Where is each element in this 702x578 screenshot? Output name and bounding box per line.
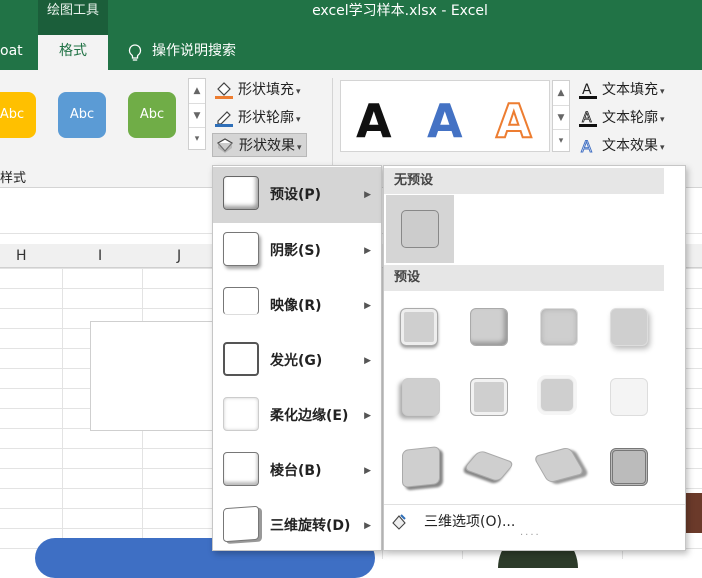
dropdown-arrow-icon: ▾ xyxy=(297,143,302,153)
scroll-up-icon[interactable]: ▲ xyxy=(553,81,569,105)
preset-thumbnail-icon xyxy=(223,176,259,210)
preset-option-4[interactable] xyxy=(610,308,648,346)
submenu-arrow-icon: ▶ xyxy=(364,521,371,531)
svg-text:A: A xyxy=(581,137,592,155)
svg-text:A: A xyxy=(582,82,592,98)
paint-bucket-icon xyxy=(214,81,234,99)
3d-options-icon xyxy=(390,513,408,531)
soft-edges-thumbnail-icon xyxy=(223,397,259,431)
column-header-h[interactable]: H xyxy=(16,244,27,268)
preset-header: 预设 xyxy=(384,265,664,291)
wordart-style-blue[interactable]: A xyxy=(427,98,463,144)
menu-item-bevel[interactable]: 棱台(B) ▶ xyxy=(213,443,381,499)
preset-option-3[interactable] xyxy=(540,308,578,346)
shape-effects-button[interactable]: 形状效果 ▾ xyxy=(212,133,307,157)
menu-item-3d-rotation[interactable]: 三维旋转(D) ▶ xyxy=(213,498,381,554)
title-bar: 绘图工具 excel学习样本.xlsx - Excel xyxy=(0,0,702,35)
window-title: excel学习样本.xlsx - Excel xyxy=(312,3,488,19)
menu-item-glow[interactable]: 发光(G) ▶ xyxy=(213,333,381,389)
3d-options-item[interactable]: 三维选项(O)... .... xyxy=(384,504,685,538)
glow-thumbnail-icon xyxy=(223,342,259,376)
scroll-down-icon[interactable]: ▼ xyxy=(189,103,205,127)
preset-option-6[interactable] xyxy=(470,378,508,416)
menu-item-soft-edges[interactable]: 柔化边缘(E) ▶ xyxy=(213,388,381,444)
text-outline-icon: A xyxy=(578,109,598,127)
dropdown-arrow-icon: ▾ xyxy=(660,143,665,153)
ribbon-tab-row: oat 格式 操作说明搜索 xyxy=(0,35,702,70)
shape-outline-button[interactable]: 形状轮廓 ▾ xyxy=(214,106,301,130)
submenu-arrow-icon: ▶ xyxy=(364,411,371,421)
column-header-i[interactable]: I xyxy=(98,244,102,268)
image-fragment-right xyxy=(686,493,702,533)
tab-format[interactable]: 格式 xyxy=(38,35,108,70)
preset-none-option[interactable] xyxy=(386,195,454,263)
group-divider xyxy=(332,78,333,178)
submenu-arrow-icon: ▶ xyxy=(364,246,371,256)
svg-text:A: A xyxy=(582,110,592,126)
scroll-down-icon[interactable]: ▼ xyxy=(553,105,569,129)
no-preset-header: 无预设 xyxy=(384,168,664,194)
text-effects-button[interactable]: A 文本效果 ▾ xyxy=(578,134,665,158)
preset-option-5[interactable] xyxy=(402,378,440,416)
lightbulb-icon xyxy=(128,42,142,61)
reflection-thumbnail-icon xyxy=(223,287,259,315)
wordart-gallery-scroll[interactable]: ▲ ▼ ▾ xyxy=(552,80,570,152)
3d-rotation-thumbnail-icon xyxy=(223,505,259,543)
preset-option-7[interactable] xyxy=(540,378,574,412)
menu-item-shadow[interactable]: 阴影(S) ▶ xyxy=(213,223,381,279)
wordart-style-orange-outline[interactable]: A xyxy=(495,97,533,145)
preset-option-2[interactable] xyxy=(470,308,508,346)
dropdown-arrow-icon: ▾ xyxy=(660,115,665,125)
menu-item-reflection[interactable]: 映像(R) ▶ xyxy=(213,278,381,334)
shape-style-gallery-scroll[interactable]: ▲ ▼ ▾ xyxy=(188,78,206,150)
dropdown-arrow-icon: ▾ xyxy=(296,115,301,125)
wordart-style-black[interactable]: A xyxy=(356,98,392,144)
shape-styles-group-label: 样式 xyxy=(0,171,27,186)
shape-effects-icon xyxy=(215,137,235,155)
text-effects-icon: A xyxy=(578,137,598,157)
selected-shape[interactable] xyxy=(90,321,220,431)
resize-grip-icon[interactable]: .... xyxy=(520,527,541,538)
preset-none-swatch xyxy=(401,210,439,248)
shape-style-blue[interactable]: Abc xyxy=(58,92,106,138)
preset-option-1[interactable] xyxy=(400,308,438,346)
dropdown-arrow-icon: ▾ xyxy=(296,87,301,97)
shape-fill-button[interactable]: 形状填充 ▾ xyxy=(214,78,301,102)
text-outline-button[interactable]: A 文本轮廓 ▾ xyxy=(578,106,665,130)
shape-style-green[interactable]: Abc xyxy=(128,92,176,138)
menu-item-preset[interactable]: 预设(P) ▶ xyxy=(213,167,381,223)
submenu-arrow-icon: ▶ xyxy=(364,356,371,366)
shape-style-yellow[interactable]: Abc xyxy=(0,92,36,138)
scroll-up-icon[interactable]: ▲ xyxy=(189,79,205,103)
submenu-arrow-icon: ▶ xyxy=(364,301,371,311)
text-fill-button[interactable]: A 文本填充 ▾ xyxy=(578,78,665,102)
dropdown-arrow-icon: ▾ xyxy=(660,87,665,97)
preset-option-10[interactable] xyxy=(462,449,516,483)
bevel-thumbnail-icon xyxy=(223,452,259,486)
preset-submenu: 无预设 预设 三维选项(O)... .... xyxy=(383,165,686,551)
shadow-thumbnail-icon xyxy=(223,232,259,266)
gallery-more-icon[interactable]: ▾ xyxy=(189,127,205,149)
tab-previous[interactable]: oat xyxy=(0,35,34,70)
text-fill-icon: A xyxy=(578,81,598,99)
pen-icon xyxy=(214,109,234,127)
drawing-tools-context-label: 绘图工具 xyxy=(38,0,108,35)
submenu-arrow-icon: ▶ xyxy=(364,190,371,200)
tell-me-search[interactable]: 操作说明搜索 xyxy=(128,35,268,70)
shape-effects-menu: 预设(P) ▶ 阴影(S) ▶ 映像(R) ▶ 发光(G) ▶ 柔化边缘(E) … xyxy=(212,165,382,551)
3d-options-label: 三维选项(O)... xyxy=(424,514,516,530)
preset-option-8[interactable] xyxy=(610,378,648,416)
preset-option-11[interactable] xyxy=(532,446,586,484)
preset-option-9[interactable] xyxy=(402,446,440,488)
gallery-more-icon[interactable]: ▾ xyxy=(553,129,569,151)
preset-option-12[interactable] xyxy=(610,448,648,486)
tell-me-label: 操作说明搜索 xyxy=(152,43,236,59)
submenu-arrow-icon: ▶ xyxy=(364,466,371,476)
column-header-j[interactable]: J xyxy=(177,244,181,268)
